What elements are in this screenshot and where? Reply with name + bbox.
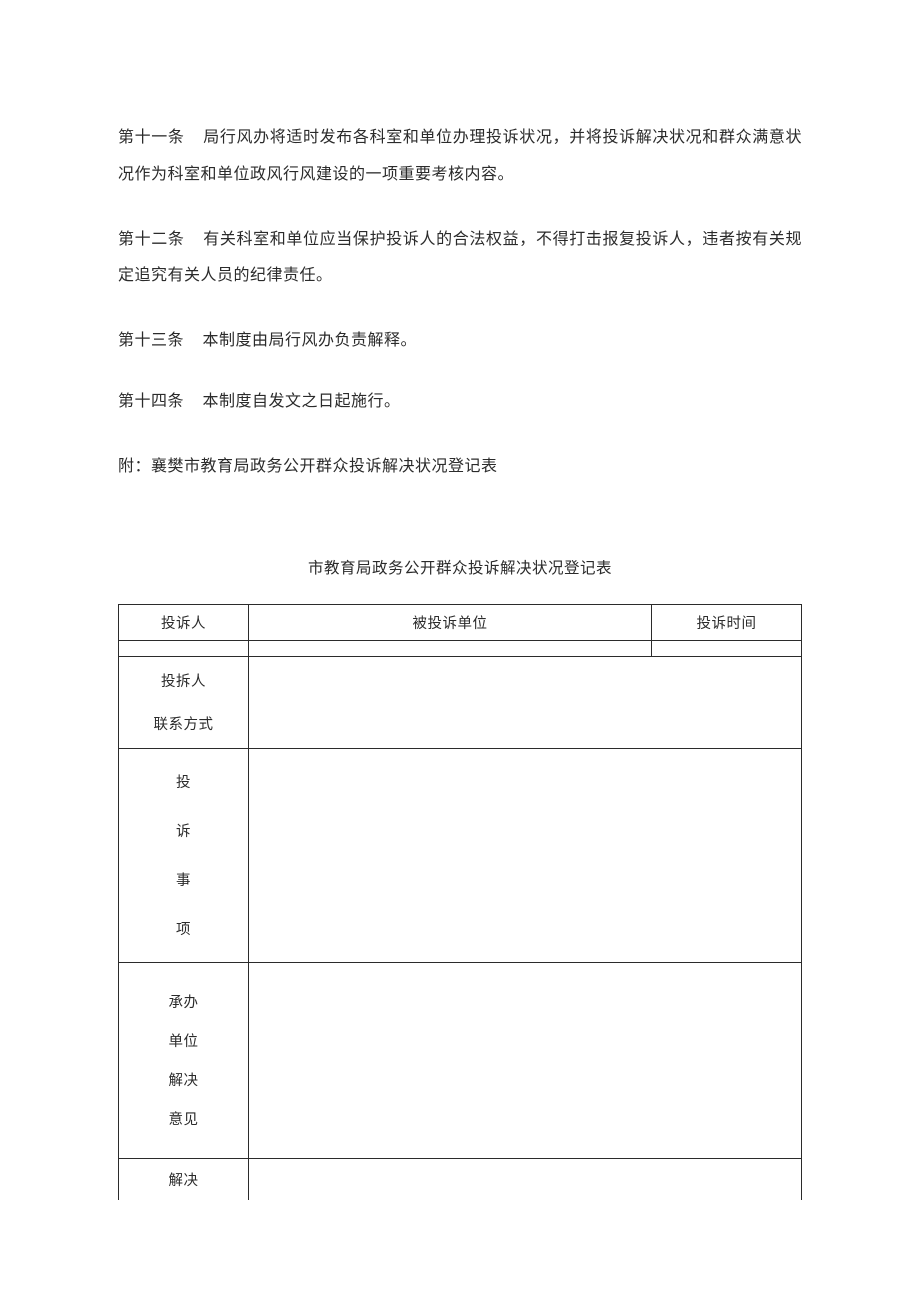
label-handling-l2: 单位: [169, 1030, 199, 1051]
label-matters-c4: 项: [176, 918, 191, 939]
cell-respondent-unit: 被投诉单位: [249, 604, 652, 640]
stack: 投 诉 事 项: [119, 749, 248, 962]
label-result-l1: 解决: [169, 1173, 199, 1189]
article-13: 第十三条 本制度由局行风办负责解释。: [118, 323, 802, 360]
article-12: 第十二条 有关科室和单位应当保护投诉人的合法权益，不得打击报复投诉人，违者按有关…: [118, 222, 802, 296]
article-12-text: 有关科室和单位应当保护投诉人的合法权益，不得打击报复投诉人，违者按有关规定追究有…: [118, 231, 802, 285]
table-row: 投 诉 事 项: [119, 748, 802, 962]
stack: 承办 单位 解决 意见: [119, 963, 248, 1158]
label-handling-l3: 解决: [169, 1069, 199, 1090]
cell-blank: [119, 640, 249, 656]
table-row: 投诉人 被投诉单位 投诉时间: [119, 604, 802, 640]
article-14-text: 本制度自发文之日起施行。: [203, 393, 401, 410]
label-complainant: 投诉人: [161, 616, 206, 632]
stack: 投拆人 联系方式: [119, 657, 248, 748]
attachment-label: 附：: [118, 458, 151, 475]
cell-complainant: 投诉人: [119, 604, 249, 640]
cell-matters-value: [249, 748, 802, 962]
article-11: 第十一条 局行风办将适时发布各科室和单位办理投诉状况，并将投诉解决状况和群众满意…: [118, 120, 802, 194]
attachment-text: 襄樊市教育局政务公开群众投诉解决状况登记表: [151, 458, 498, 475]
table-row: 投拆人 联系方式: [119, 656, 802, 748]
table-row: 承办 单位 解决 意见: [119, 962, 802, 1158]
cell-contact-value: [249, 656, 802, 748]
label-matters-c2: 诉: [176, 820, 191, 841]
label-matters-c1: 投: [176, 771, 191, 792]
label-complainant2-line2: 联系方式: [154, 713, 214, 734]
article-13-label: 第十三条: [118, 332, 184, 349]
table-row: [119, 640, 802, 656]
cell-result-value: [249, 1158, 802, 1200]
cell-complainant-contact: 投拆人 联系方式: [119, 656, 249, 748]
cell-blank: [652, 640, 802, 656]
cell-result: 解决: [119, 1158, 249, 1200]
registration-form-table: 投诉人 被投诉单位 投诉时间 投拆人 联系方式 投 诉: [118, 604, 802, 1201]
article-13-text: 本制度由局行风办负责解释。: [203, 332, 418, 349]
attachment-line: 附：襄樊市教育局政务公开群众投诉解决状况登记表: [118, 449, 802, 486]
article-12-label: 第十二条: [118, 231, 185, 248]
table-title: 市教育局政务公开群众投诉解决状况登记表: [118, 556, 802, 578]
article-14: 第十四条 本制度自发文之日起施行。: [118, 384, 802, 421]
cell-opinion-value: [249, 962, 802, 1158]
label-matters-c3: 事: [176, 869, 191, 890]
label-handling-l1: 承办: [169, 991, 199, 1012]
article-11-text: 局行风办将适时发布各科室和单位办理投诉状况，并将投诉解决状况和群众满意状况作为科…: [118, 129, 802, 183]
cell-complaint-time: 投诉时间: [652, 604, 802, 640]
document-page: 第十一条 局行风办将适时发布各科室和单位办理投诉状况，并将投诉解决状况和群众满意…: [0, 0, 920, 1302]
label-complainant2-line1: 投拆人: [161, 670, 206, 691]
label-respondent-unit: 被投诉单位: [413, 616, 488, 632]
cell-handling-opinion: 承办 单位 解决 意见: [119, 962, 249, 1158]
label-handling-l4: 意见: [169, 1108, 199, 1129]
article-14-label: 第十四条: [118, 393, 184, 410]
cell-complaint-matters: 投 诉 事 项: [119, 748, 249, 962]
table-row: 解决: [119, 1158, 802, 1200]
label-complaint-time: 投诉时间: [697, 616, 757, 632]
cell-blank: [249, 640, 652, 656]
article-11-label: 第十一条: [118, 129, 185, 146]
